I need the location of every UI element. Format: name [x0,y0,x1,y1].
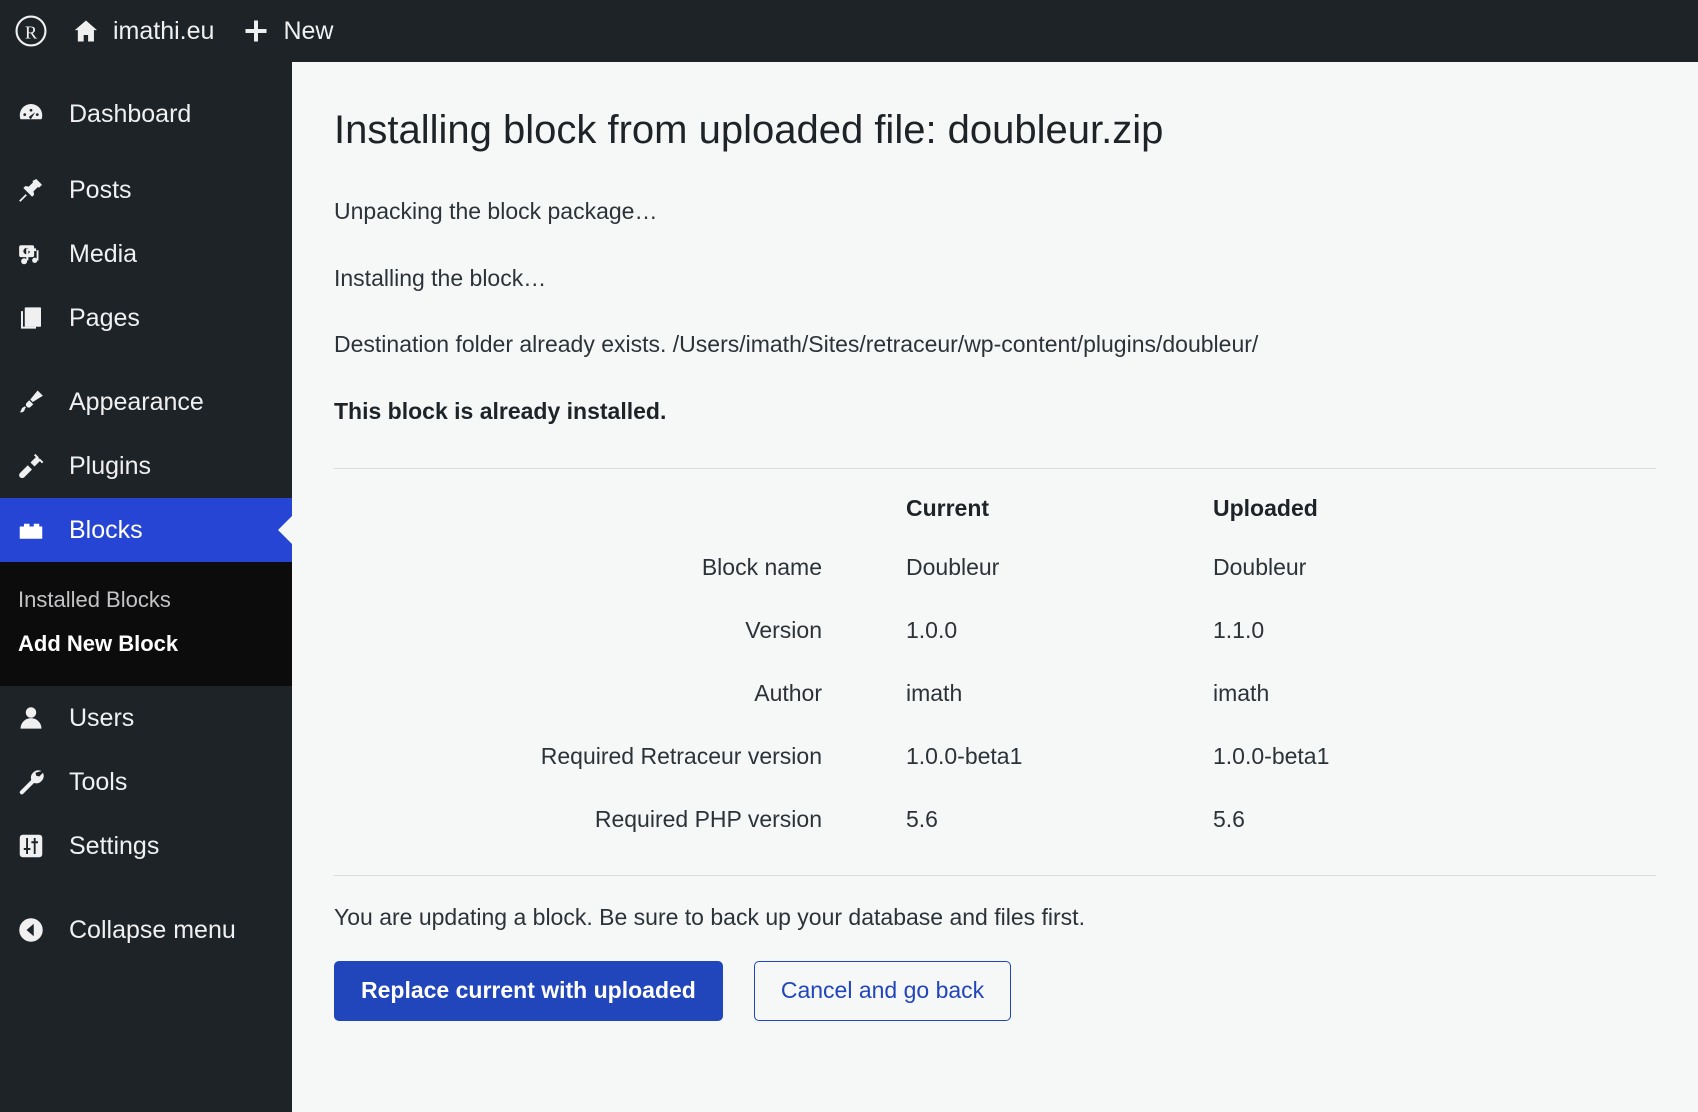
row-label-required-php-version: Required PHP version [594,806,822,832]
blocks-submenu: Installed Blocks Add New Block [0,562,292,686]
plug-icon [14,451,48,481]
site-name-label: imathi.eu [113,16,215,45]
table-row: Author imath imath [334,662,1520,725]
log-line-unpacking: Unpacking the block package… [334,198,658,224]
wrench-icon [14,767,48,797]
sidebar-item-posts[interactable]: Posts [0,158,292,222]
new-content-label: New [283,16,334,45]
sidebar-item-label: Posts [69,175,132,204]
sidebar-item-media[interactable]: Media [0,222,292,286]
media-icon [14,239,48,269]
wordpress-logo-button[interactable]: R [0,0,58,62]
table-header-current: Current [906,495,990,521]
new-content-menu[interactable]: New [228,0,347,62]
dashboard-icon [14,99,48,129]
row-current-author: imath [906,680,963,706]
sidebar-item-blocks[interactable]: Blocks [0,498,292,562]
row-current-required-retraceur-version: 1.0.0-beta1 [906,743,1023,769]
collapse-arrow-icon [14,915,48,945]
row-uploaded-version: 1.1.0 [1213,617,1265,643]
table-header-uploaded: Uploaded [1213,495,1318,521]
page-title: Installing block from uploaded file: dou… [334,108,1164,152]
paintbrush-icon [14,387,48,417]
svg-text:R: R [25,23,38,43]
sidebar-item-label: Plugins [69,451,151,480]
sidebar-item-users[interactable]: Users [0,686,292,750]
row-current-version: 1.0.0 [906,617,958,643]
status-message: This block is already installed. [334,397,667,424]
sidebar-item-appearance[interactable]: Appearance [0,370,292,434]
sidebar-item-label: Settings [69,831,160,860]
collapse-menu-button[interactable]: Collapse menu [0,898,292,962]
sidebar-item-dashboard[interactable]: Dashboard [0,82,292,146]
action-buttons: Replace current with uploaded Cancel and… [334,931,1656,1021]
replace-current-with-uploaded-button[interactable]: Replace current with uploaded [334,961,723,1021]
table-row: Required PHP version 5.6 5.6 [334,788,1520,851]
submenu-item-installed-blocks[interactable]: Installed Blocks [0,578,292,622]
table-header-row: Current Uploaded [334,469,1520,536]
home-icon [72,17,100,45]
table-header-blank [334,469,906,536]
sidebar-top-spacer [0,62,292,82]
pin-icon [14,175,48,205]
version-comparison-table: Current Uploaded Block name Doubleur Dou… [334,469,1520,851]
user-icon [14,703,48,733]
block-icon [14,515,48,545]
table-row: Block name Doubleur Doubleur [334,536,1520,599]
row-uploaded-required-retraceur-version: 1.0.0-beta1 [1213,743,1330,769]
table-row: Version 1.0.0 1.1.0 [334,599,1520,662]
row-current-block-name: Doubleur [906,554,1000,580]
log-line-destination: Destination folder already exists. /User… [334,331,1259,357]
row-uploaded-block-name: Doubleur [1213,554,1307,580]
admin-sidebar: Dashboard Posts Media Pages Appearance P… [0,62,292,1112]
row-uploaded-required-php-version: 5.6 [1213,806,1245,832]
log-line-installing: Installing the block… [334,264,547,291]
sidebar-item-plugins[interactable]: Plugins [0,434,292,498]
sidebar-item-tools[interactable]: Tools [0,750,292,814]
sidebar-item-label: Users [69,703,135,732]
submenu-item-add-new-block[interactable]: Add New Block [0,622,292,666]
sidebar-item-label: Tools [69,767,128,796]
sidebar-item-label: Media [69,239,138,268]
wordpress-logo-icon: R [14,14,48,48]
row-label-required-retraceur-version: Required Retraceur version [540,743,822,769]
backup-warning: You are updating a block. Be sure to bac… [334,904,1085,930]
sidebar-item-label: Appearance [69,387,204,416]
admin-bar: R imathi.eu New [0,0,1698,62]
cancel-and-go-back-button[interactable]: Cancel and go back [753,961,1012,1021]
pages-icon [14,303,48,333]
row-current-required-php-version: 5.6 [906,806,938,832]
site-name-menu[interactable]: imathi.eu [58,0,228,62]
plus-icon [242,17,270,45]
row-uploaded-author: imath [1213,680,1270,706]
row-label-version: Version [745,617,822,643]
main-content: Installing block from uploaded file: dou… [292,62,1698,1112]
sidebar-item-label: Pages [69,303,140,332]
sidebar-item-label: Dashboard [69,99,192,128]
sidebar-item-pages[interactable]: Pages [0,286,292,350]
sliders-icon [14,831,48,861]
row-label-author: Author [754,680,822,706]
sidebar-item-settings[interactable]: Settings [0,814,292,878]
sidebar-item-label: Blocks [69,515,143,544]
collapse-menu-label: Collapse menu [69,915,236,944]
table-row: Required Retraceur version 1.0.0-beta1 1… [334,725,1520,788]
row-label-block-name: Block name [701,554,822,580]
